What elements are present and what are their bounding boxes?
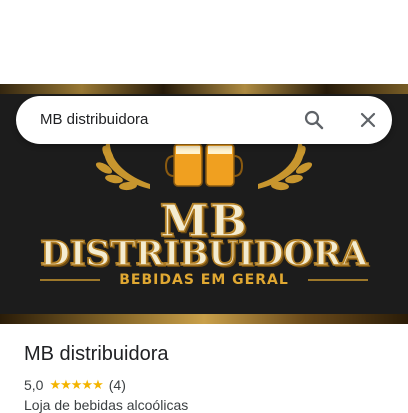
rating-row[interactable]: 5,0 ★★★★★ (4) [24,376,126,394]
search-input[interactable]: MB distribuidora [40,111,148,128]
top-blank-area [0,0,408,84]
wheat-icon [95,139,150,191]
place-category: Loja de bebidas alcoólicas [24,397,189,413]
search-bar[interactable]: MB distribuidora [16,96,392,144]
star-rating-icon: ★★★★★ [49,377,103,392]
logo-subtitle: BEBIDAS EM GERAL [119,272,289,288]
close-icon[interactable] [356,108,380,132]
review-count[interactable]: (4) [109,377,126,393]
beer-mugs-icon [164,143,244,187]
logo-line-distribuidora: DISTRIBUIDORA [40,233,369,275]
search-icon[interactable] [302,108,326,132]
wheat-icon [258,139,313,191]
rating-value: 5,0 [24,377,44,393]
place-title: MB distribuidora [24,343,169,365]
